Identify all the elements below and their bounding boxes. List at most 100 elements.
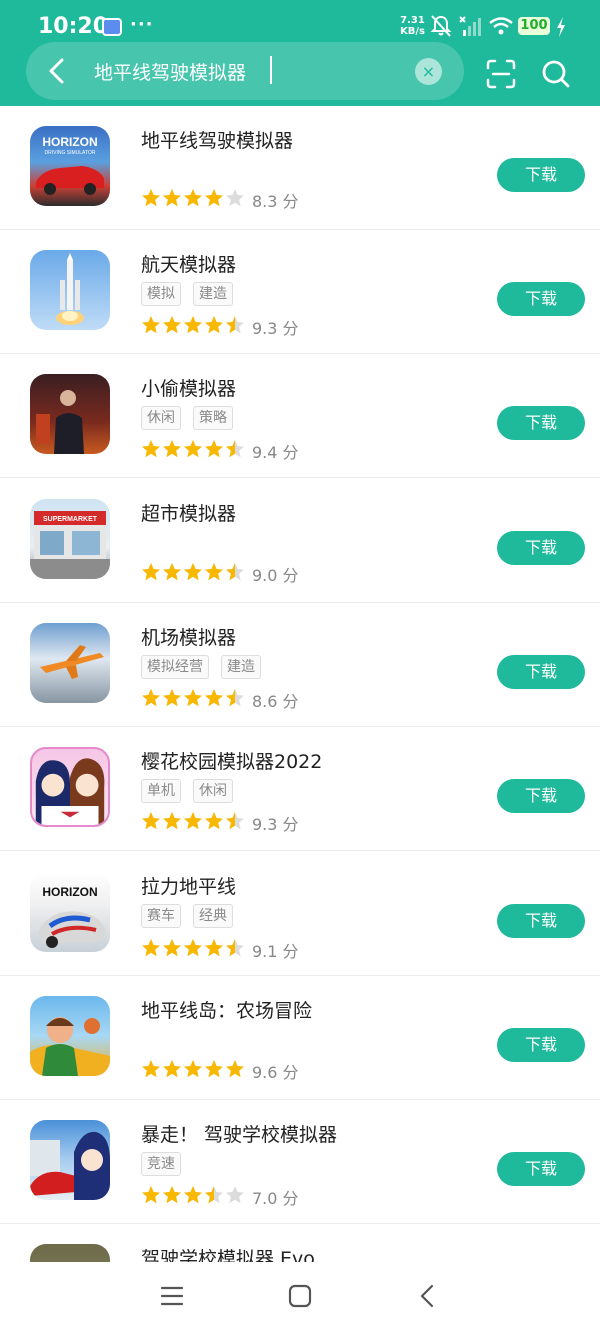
text-cursor bbox=[270, 56, 272, 84]
star-icon bbox=[163, 189, 181, 207]
star-icon bbox=[163, 1060, 181, 1078]
tag: 竞速 bbox=[141, 1152, 181, 1176]
download-button[interactable]: 下载 bbox=[497, 1152, 585, 1186]
download-button[interactable]: 下载 bbox=[497, 406, 585, 440]
rating-score: 9.6 分 bbox=[252, 1063, 299, 1082]
rating-stars bbox=[142, 189, 244, 207]
rating-score: 9.3 分 bbox=[252, 815, 299, 834]
star-icon bbox=[163, 689, 181, 707]
star-icon bbox=[184, 812, 202, 830]
signal-icon bbox=[459, 16, 481, 36]
app-icon-sakura-school[interactable] bbox=[30, 747, 110, 827]
rating-score: 8.6 分 bbox=[252, 692, 299, 711]
mute-icon bbox=[430, 15, 452, 37]
download-button[interactable]: 下载 bbox=[497, 531, 585, 565]
home-icon[interactable] bbox=[288, 1284, 312, 1308]
star-icon bbox=[184, 440, 202, 458]
download-button[interactable]: 下载 bbox=[497, 655, 585, 689]
star-icon bbox=[163, 316, 181, 334]
back-arrow-icon[interactable] bbox=[42, 55, 74, 87]
tag: 模拟 bbox=[141, 282, 181, 306]
star-icon bbox=[226, 939, 244, 957]
app-title[interactable]: 地平线驾驶模拟器 bbox=[141, 126, 293, 153]
app-title[interactable]: 暴走！ 驾驶学校模拟器 bbox=[141, 1120, 337, 1147]
search-icon[interactable] bbox=[540, 58, 572, 90]
app-title[interactable]: 机场模拟器 bbox=[141, 623, 236, 650]
list-item[interactable]: 小偷模拟器 休闲 策略 9.4 分 下载 bbox=[0, 354, 600, 478]
download-button[interactable]: 下载 bbox=[497, 904, 585, 938]
rating-stars bbox=[142, 689, 244, 707]
star-icon bbox=[142, 440, 160, 458]
list-item[interactable]: 航天模拟器 模拟 建造 9.3 分 下载 bbox=[0, 230, 600, 354]
star-icon bbox=[205, 316, 223, 334]
menu-icon[interactable] bbox=[160, 1284, 184, 1308]
app-icon-space-simulator[interactable] bbox=[30, 250, 110, 330]
app-icon-thief-simulator[interactable] bbox=[30, 374, 110, 454]
rating-score: 9.4 分 bbox=[252, 443, 299, 462]
star-icon bbox=[184, 1186, 202, 1204]
app-icon-supermarket-simulator[interactable]: SUPERMARKET bbox=[30, 499, 110, 579]
rally-logo-text: HORIZON bbox=[42, 885, 97, 899]
rating-score: 8.3 分 bbox=[252, 192, 299, 211]
rating-score: 7.0 分 bbox=[252, 1189, 299, 1208]
star-icon bbox=[226, 440, 244, 458]
network-speed-unit: KB/s bbox=[400, 26, 425, 37]
tag-list: 休闲 策略 bbox=[141, 406, 245, 432]
wifi-icon bbox=[489, 17, 513, 35]
list-item[interactable]: 地平线岛：农场冒险 9.6 分 下载 bbox=[0, 976, 600, 1100]
star-icon bbox=[142, 812, 160, 830]
rating-score: 9.1 分 bbox=[252, 942, 299, 961]
tag: 赛车 bbox=[141, 904, 181, 928]
star-icon bbox=[163, 939, 181, 957]
star-icon bbox=[142, 316, 160, 334]
rating-stars bbox=[142, 812, 244, 830]
rating-stars bbox=[142, 1060, 244, 1078]
download-button[interactable]: 下载 bbox=[497, 282, 585, 316]
app-title[interactable]: 航天模拟器 bbox=[141, 250, 236, 277]
download-button[interactable]: 下载 bbox=[497, 779, 585, 813]
app-icon-airport-simulator[interactable] bbox=[30, 623, 110, 703]
star-icon bbox=[226, 316, 244, 334]
app-title[interactable]: 拉力地平线 bbox=[141, 872, 236, 899]
download-button[interactable]: 下载 bbox=[497, 158, 585, 192]
star-icon bbox=[226, 563, 244, 581]
list-item[interactable]: 暴走！ 驾驶学校模拟器 竞速 7.0 分 下载 bbox=[0, 1100, 600, 1224]
status-time: 10:20 bbox=[38, 14, 109, 39]
search-bar[interactable]: 地平线驾驶模拟器 × bbox=[26, 42, 464, 100]
list-item[interactable]: HORIZON DRIVING SIMULATOR 地平线驾驶模拟器 8.3 分… bbox=[0, 106, 600, 230]
rating-stars bbox=[142, 939, 244, 957]
star-icon bbox=[142, 1186, 160, 1204]
app-title[interactable]: 樱花校园模拟器2022 bbox=[141, 747, 322, 774]
app-icon-rally-horizon[interactable]: HORIZON bbox=[30, 872, 110, 952]
star-icon bbox=[184, 563, 202, 581]
battery-icon: 100 bbox=[518, 17, 550, 35]
list-item[interactable]: 机场模拟器 模拟经营 建造 8.6 分 下载 bbox=[0, 603, 600, 727]
tag: 经典 bbox=[193, 904, 233, 928]
app-icon-driving-school-rampage[interactable] bbox=[30, 1120, 110, 1200]
star-icon bbox=[205, 1060, 223, 1078]
app-title[interactable]: 地平线岛：农场冒险 bbox=[141, 996, 312, 1023]
download-button[interactable]: 下载 bbox=[497, 1028, 585, 1062]
app-title[interactable]: 小偷模拟器 bbox=[141, 374, 236, 401]
app-icon-horizon-island[interactable] bbox=[30, 996, 110, 1076]
app-icon-horizon-driving[interactable]: HORIZON DRIVING SIMULATOR bbox=[30, 126, 110, 206]
star-icon bbox=[226, 189, 244, 207]
app-title[interactable]: 超市模拟器 bbox=[141, 499, 236, 526]
search-input[interactable]: 地平线驾驶模拟器 bbox=[94, 58, 246, 85]
list-item[interactable]: 樱花校园模拟器2022 单机 休闲 9.3 分 下载 bbox=[0, 727, 600, 851]
rating-stars bbox=[142, 563, 244, 581]
rating-score: 9.3 分 bbox=[252, 319, 299, 338]
clear-icon[interactable]: × bbox=[415, 58, 442, 85]
scan-icon[interactable] bbox=[485, 58, 517, 90]
tag-list: 单机 休闲 bbox=[141, 779, 245, 805]
star-icon bbox=[184, 689, 202, 707]
tag: 建造 bbox=[193, 282, 233, 306]
tag: 模拟经营 bbox=[141, 655, 209, 679]
back-icon[interactable] bbox=[416, 1284, 440, 1308]
status-icons: 100 bbox=[430, 14, 580, 38]
star-icon bbox=[142, 689, 160, 707]
horizon-logo-text: HORIZON bbox=[42, 135, 97, 149]
list-item[interactable]: SUPERMARKET 超市模拟器 9.0 分 下载 bbox=[0, 479, 600, 603]
list-item[interactable]: HORIZON 拉力地平线 赛车 经典 9.1 分 下载 bbox=[0, 852, 600, 976]
rating-stars bbox=[142, 1186, 244, 1204]
